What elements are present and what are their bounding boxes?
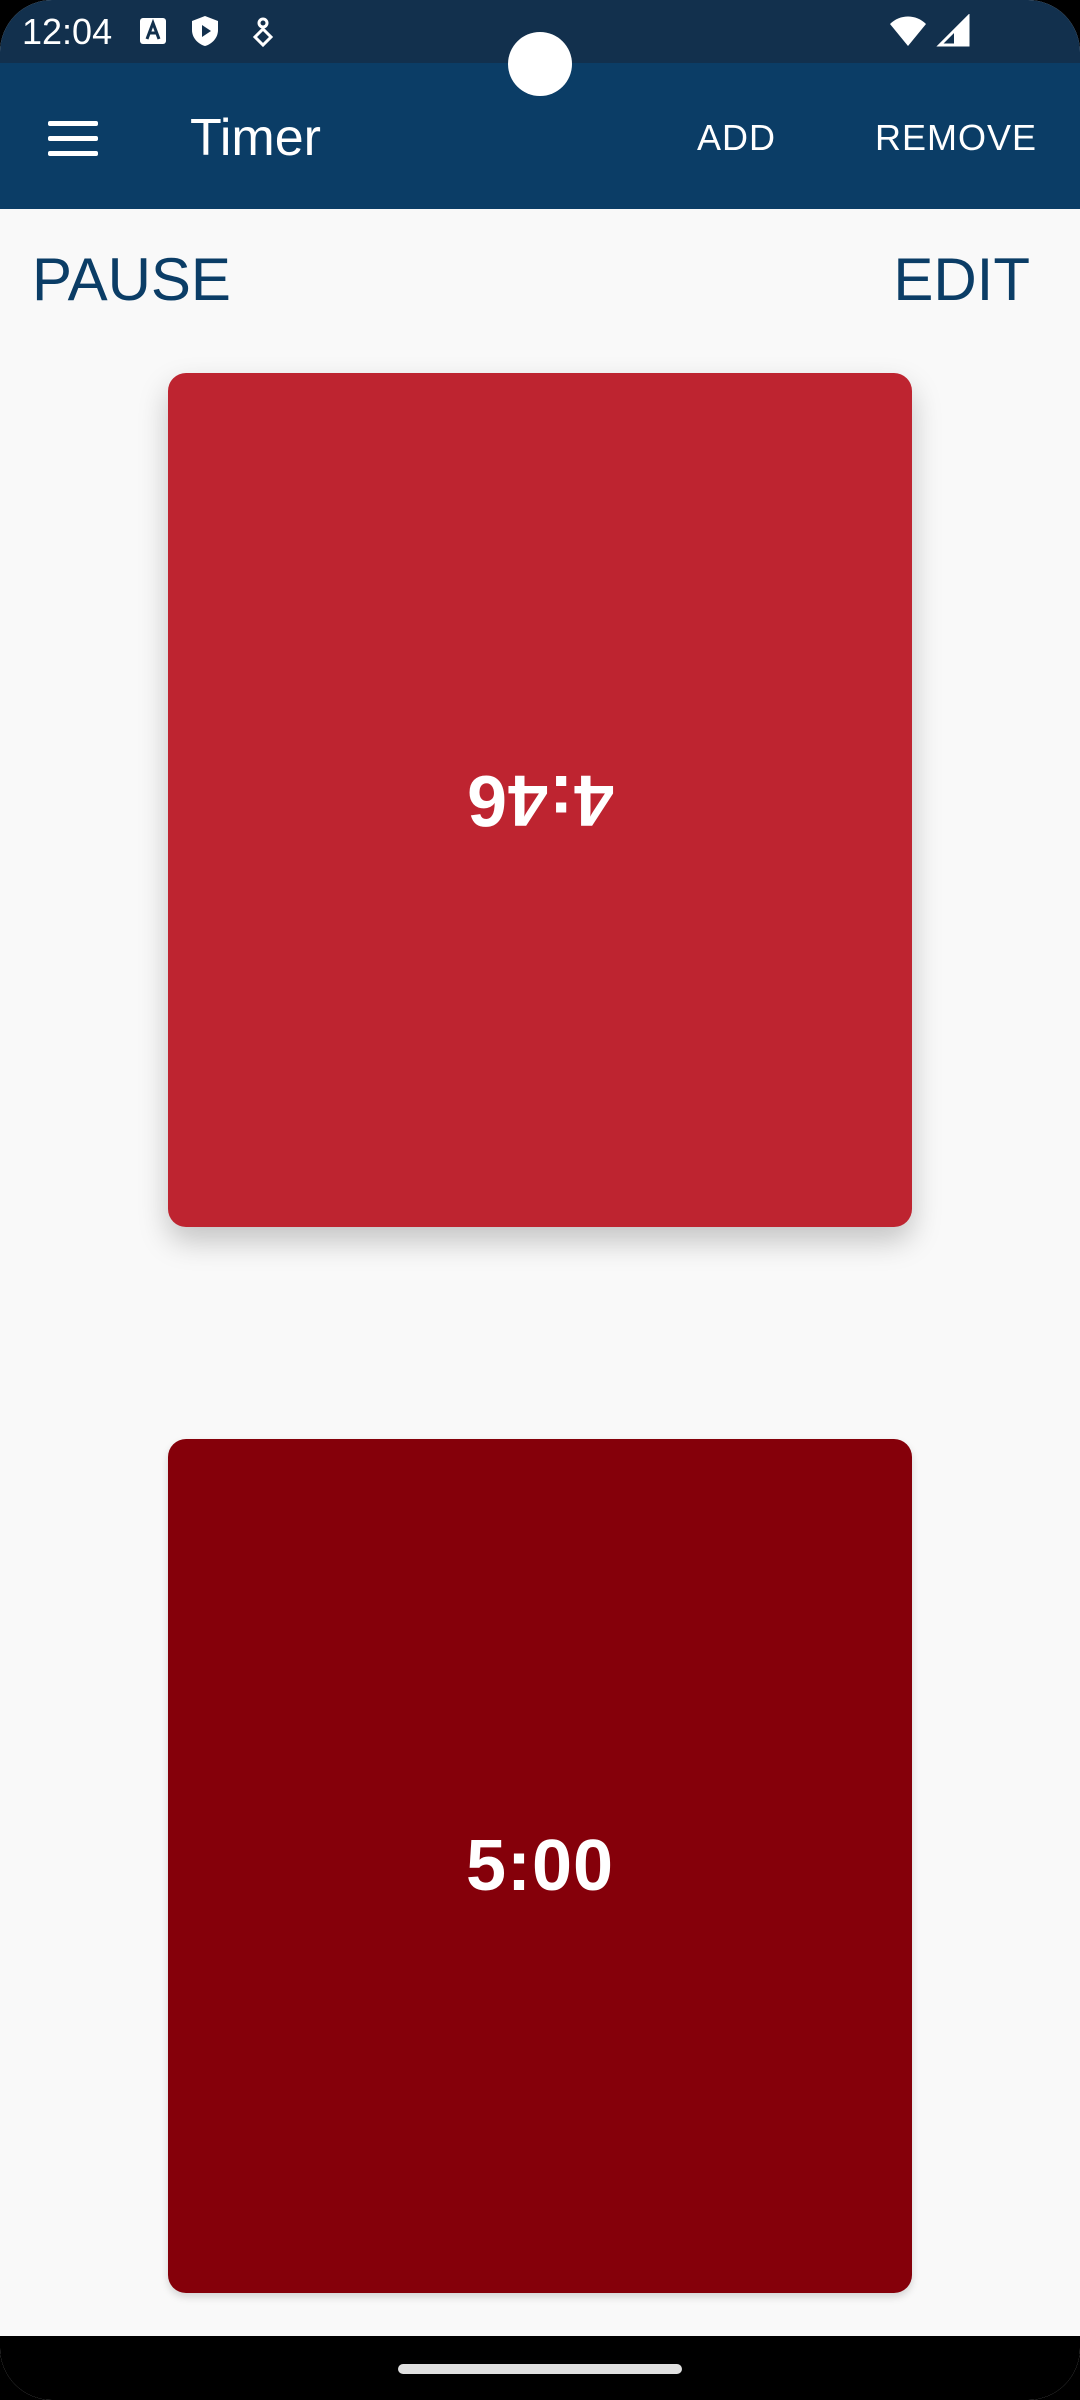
app-screen: 12:04 Timer ADD REMOVE PAUSE EDIT 4:46 5… <box>0 0 1080 2400</box>
menu-icon <box>48 121 98 126</box>
navigation-bar <box>0 2336 1080 2400</box>
timer-card-player-2[interactable]: 5:00 <box>168 1439 912 2293</box>
timer-value: 4:46 <box>465 760 615 840</box>
wifi-icon <box>888 14 928 48</box>
remove-button[interactable]: REMOVE <box>875 103 1037 173</box>
home-indicator[interactable] <box>398 2364 682 2374</box>
timer-value: 5:00 <box>465 1826 615 1906</box>
page-title: Timer <box>190 109 321 167</box>
debug-bug-icon <box>246 14 280 48</box>
pause-button[interactable]: PAUSE <box>32 240 231 320</box>
font-a-icon <box>136 14 170 48</box>
camera-cutout <box>508 32 572 96</box>
menu-icon <box>48 151 98 156</box>
cellular-signal-icon <box>936 13 972 48</box>
add-button[interactable]: ADD <box>697 103 776 173</box>
edit-button[interactable]: EDIT <box>893 240 1030 320</box>
shield-play-icon <box>188 14 222 48</box>
timer-card-player-1[interactable]: 4:46 <box>168 373 912 1227</box>
menu-button[interactable] <box>30 103 116 173</box>
menu-icon <box>48 136 98 141</box>
status-time: 12:04 <box>22 11 113 52</box>
